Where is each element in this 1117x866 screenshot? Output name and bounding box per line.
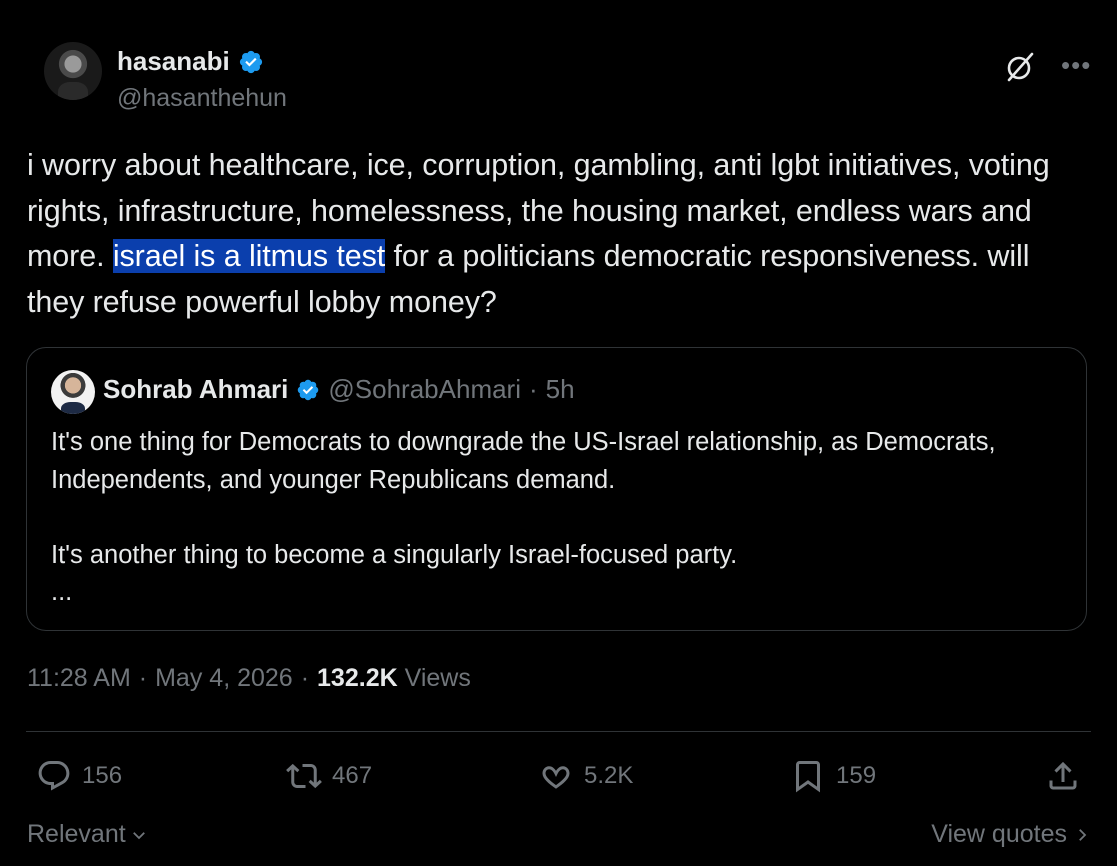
author-avatar[interactable] [44,42,102,100]
quoted-tweet[interactable]: Sohrab Ahmari @SohrabAhmari · 5h It's on… [26,347,1087,631]
divider [26,731,1091,732]
bookmark-count: 159 [836,762,877,789]
tweet-text-highlight: israel is a litmus test [112,239,386,273]
chevron-right-icon [1079,828,1087,841]
meta-separator: · [300,664,310,692]
reply-icon [38,761,70,791]
views-count[interactable]: 132.2K [317,664,398,692]
author-name-row[interactable]: hasanabi [117,46,264,77]
meta-separator: · [138,664,148,692]
bookmark-icon [796,761,820,793]
repost-button[interactable]: 467 [286,752,372,800]
author-handle[interactable]: @hasanthehun [117,84,287,113]
action-bar: 156 467 5.2K 159 [36,752,1081,802]
sort-label: Relevant [27,820,126,848]
quote-separator: · [529,374,538,404]
repost-count: 467 [332,762,373,789]
reply-button[interactable]: 156 [36,752,122,800]
tweet-date[interactable]: May 4, 2026 [155,664,293,693]
quote-header: Sohrab Ahmari @SohrabAhmari · 5h [103,374,575,405]
author-name[interactable]: hasanabi [117,46,230,77]
quote-body: It's one thing for Democrats to downgrad… [51,424,1061,612]
grok-icon[interactable] [1003,50,1037,84]
tweet-header: hasanabi @hasanthehun ••• [44,42,1097,118]
more-icon[interactable]: ••• [1061,52,1091,82]
quote-ellipsis: ... [51,578,73,606]
bookmark-button[interactable]: 159 [790,752,876,800]
verified-badge-icon [298,379,319,400]
reply-footer: Relevant View quotes [27,816,1091,856]
like-count: 5.2K [584,762,634,789]
reply-count: 156 [82,762,123,789]
verified-badge-icon [239,50,262,73]
tweet-time[interactable]: 11:28 AM [27,664,131,693]
quote-author-avatar[interactable] [51,370,95,414]
like-button[interactable]: 5.2K [538,752,633,800]
share-icon [1049,761,1077,790]
quote-author-handle[interactable]: @SohrabAhmari [328,374,521,405]
repost-icon [286,763,322,789]
tweet-text: i worry about healthcare, ice, corruptio… [27,143,1092,325]
heart-icon [542,766,570,789]
tweet-meta: 11:28 AM · May 4, 2026 · 132.2K Views [27,664,471,693]
quote-author-name[interactable]: Sohrab Ahmari [103,374,288,405]
views-label: Views [404,664,471,692]
view-quotes-label: View quotes [931,820,1067,848]
chevron-down-icon [132,831,145,839]
quote-timestamp[interactable]: 5h [546,374,575,405]
quote-paragraph: It's another thing to become a singularl… [51,540,738,569]
sort-dropdown[interactable]: Relevant [27,820,148,849]
view-quotes-link[interactable]: View quotes [931,820,1091,849]
quote-paragraph: It's one thing for Democrats to downgrad… [51,428,996,494]
share-button[interactable] [1045,752,1081,800]
